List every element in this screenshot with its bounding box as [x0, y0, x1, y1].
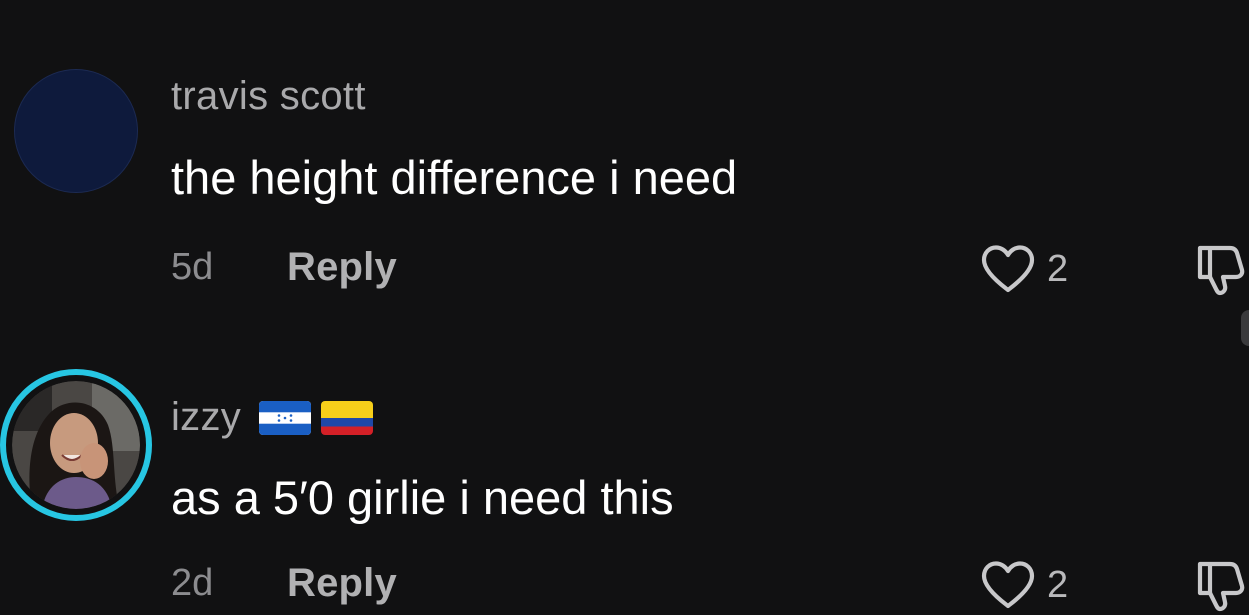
comment-meta: 5d Reply [171, 245, 397, 290]
like-button[interactable]: 2 [979, 244, 1068, 294]
comment-item: izzy as a 5′0 girlie i need this 2d Repl… [0, 320, 1249, 615]
avatar [12, 381, 140, 509]
comment-text: as a 5′0 girlie i need this [171, 471, 674, 524]
like-count: 2 [1047, 247, 1069, 290]
thumbs-down-icon[interactable] [1190, 240, 1249, 296]
like-count: 2 [1047, 563, 1069, 606]
thumbs-down-icon[interactable] [1190, 556, 1249, 612]
comment-timestamp: 5d [171, 246, 214, 288]
avatar[interactable] [14, 69, 138, 193]
honduras-flag-icon [259, 400, 312, 435]
reply-button[interactable]: Reply [287, 245, 397, 290]
like-button[interactable]: 2 [979, 560, 1068, 610]
comment-item: travis scott the height difference i nee… [0, 0, 1249, 320]
comment-username[interactable]: izzy [171, 395, 374, 440]
reply-button[interactable]: Reply [287, 561, 397, 606]
comments-list: travis scott the height difference i nee… [0, 0, 1249, 615]
comment-text: the height difference i need [171, 151, 738, 204]
heart-outline-icon [981, 245, 1035, 293]
story-ring[interactable] [0, 369, 152, 521]
username-text: izzy [171, 395, 242, 439]
comment-meta: 2d Reply [171, 561, 397, 606]
comment-timestamp: 2d [171, 562, 214, 604]
comment-username[interactable]: travis scott [171, 74, 366, 119]
heart-outline-icon [981, 561, 1035, 609]
colombia-flag-icon [321, 400, 374, 435]
